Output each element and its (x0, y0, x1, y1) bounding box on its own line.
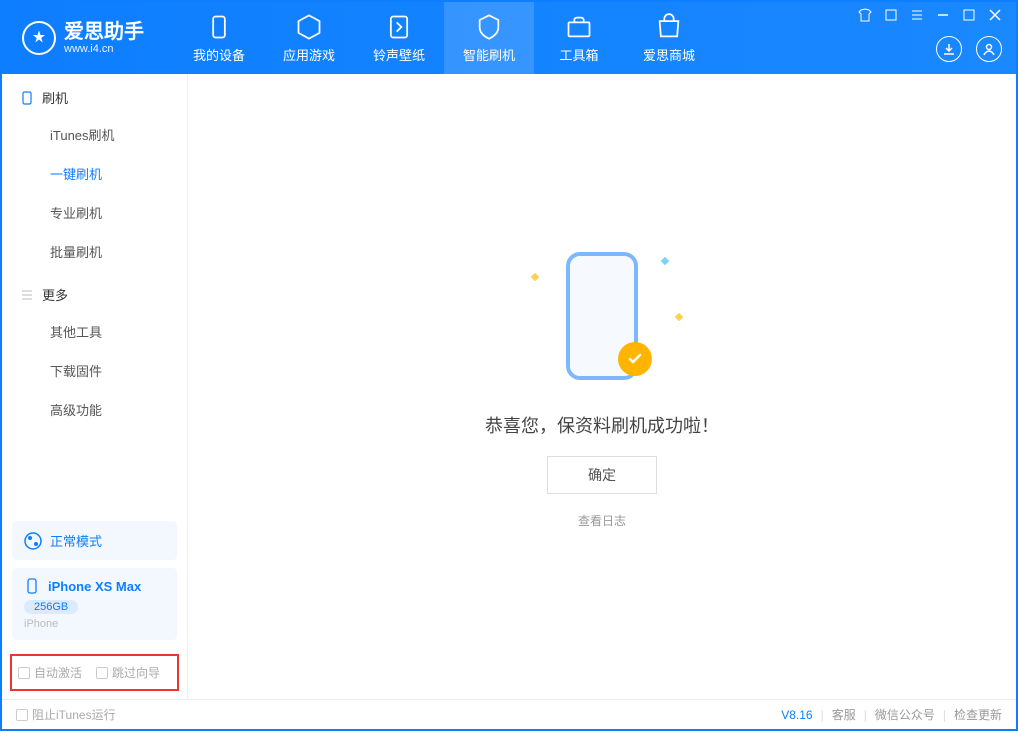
footer-link-support[interactable]: 客服 (832, 706, 856, 723)
version-label: V8.16 (781, 708, 812, 722)
sidebar-item-batch-flash[interactable]: 批量刷机 (2, 232, 187, 271)
download-button[interactable] (936, 36, 962, 62)
checkbox-skip-guide[interactable]: 跳过向导 (96, 664, 160, 681)
sidebar-item-advanced[interactable]: 高级功能 (2, 390, 187, 429)
device-card[interactable]: iPhone XS Max 256GB iPhone (12, 568, 177, 640)
main-content: 恭喜您，保资料刷机成功啦！ 确定 查看日志 (188, 74, 1016, 699)
device-type: iPhone (24, 618, 165, 630)
device-phone-icon (24, 578, 40, 594)
ok-button[interactable]: 确定 (547, 456, 657, 494)
footer-link-wechat[interactable]: 微信公众号 (875, 706, 935, 723)
nav-label: 智能刷机 (463, 45, 515, 64)
nav-label: 爱思商城 (643, 45, 695, 64)
checkbox-icon (16, 709, 28, 721)
success-message: 恭喜您，保资料刷机成功啦！ (485, 412, 719, 438)
phone-icon (20, 91, 34, 105)
nav-store[interactable]: 爱思商城 (624, 2, 714, 74)
sidebar-item-download-firmware[interactable]: 下载固件 (2, 351, 187, 390)
list-icon (20, 288, 34, 302)
checkbox-auto-activate[interactable]: 自动激活 (18, 664, 82, 681)
checkbox-label: 阻止iTunes运行 (32, 706, 116, 723)
checkbox-icon (18, 667, 30, 679)
app-name: 爱思助手 (64, 21, 144, 43)
sidebar-item-other-tools[interactable]: 其他工具 (2, 312, 187, 351)
checkbox-label: 自动激活 (34, 664, 82, 681)
close-button[interactable] (988, 8, 1002, 22)
mode-icon (24, 532, 42, 550)
device-name: iPhone XS Max (48, 579, 141, 594)
nav-ringtone-wallpaper[interactable]: 铃声壁纸 (354, 2, 444, 74)
nav-toolbox[interactable]: 工具箱 (534, 2, 624, 74)
option-checks-highlighted: 自动激活 跳过向导 (10, 654, 179, 691)
menu-icon[interactable] (910, 8, 924, 22)
mode-label: 正常模式 (50, 531, 102, 550)
nav-label: 铃声壁纸 (373, 45, 425, 64)
sidebar-section-title: 刷机 (42, 88, 68, 107)
nav-label: 工具箱 (559, 45, 598, 64)
nav-apps-games[interactable]: 应用游戏 (264, 2, 354, 74)
status-bar: 阻止iTunes运行 V8.16 | 客服 | 微信公众号 | 检查更新 (2, 699, 1016, 729)
mode-card[interactable]: 正常模式 (12, 521, 177, 560)
maximize-button[interactable] (962, 8, 976, 22)
nav-smart-flash[interactable]: 智能刷机 (444, 2, 534, 74)
app-header: 爱思助手 www.i4.cn 我的设备 应用游戏 铃声壁纸 智能刷机 工具箱 爱… (2, 2, 1016, 74)
minimize-button[interactable] (936, 8, 950, 22)
checkbox-label: 跳过向导 (112, 664, 160, 681)
sidebar-item-itunes-flash[interactable]: iTunes刷机 (2, 115, 187, 154)
sidebar-item-oneclick-flash[interactable]: 一键刷机 (2, 154, 187, 193)
shirt-icon[interactable] (858, 8, 872, 22)
window-controls (858, 8, 1002, 22)
sidebar-item-pro-flash[interactable]: 专业刷机 (2, 193, 187, 232)
device-storage: 256GB (24, 600, 78, 614)
sidebar-section-title: 更多 (42, 285, 68, 304)
main-nav: 我的设备 应用游戏 铃声壁纸 智能刷机 工具箱 爱思商城 (174, 2, 714, 74)
check-badge-icon (618, 342, 652, 376)
sidebar: 刷机 iTunes刷机 一键刷机 专业刷机 批量刷机 更多 其他工具 下载固件 … (2, 74, 188, 699)
footer-link-update[interactable]: 检查更新 (954, 706, 1002, 723)
app-url: www.i4.cn (64, 43, 144, 55)
user-button[interactable] (976, 36, 1002, 62)
sidebar-section-more: 更多 (2, 271, 187, 312)
success-illustration (522, 244, 682, 394)
checkbox-icon (96, 667, 108, 679)
nav-my-device[interactable]: 我的设备 (174, 2, 264, 74)
sidebar-section-flash: 刷机 (2, 74, 187, 115)
nav-label: 应用游戏 (283, 45, 335, 64)
box-icon[interactable] (884, 8, 898, 22)
nav-label: 我的设备 (193, 45, 245, 64)
logo-icon (22, 21, 56, 55)
view-log-link[interactable]: 查看日志 (578, 512, 626, 529)
checkbox-block-itunes[interactable]: 阻止iTunes运行 (16, 706, 116, 723)
app-logo: 爱思助手 www.i4.cn (22, 21, 144, 55)
